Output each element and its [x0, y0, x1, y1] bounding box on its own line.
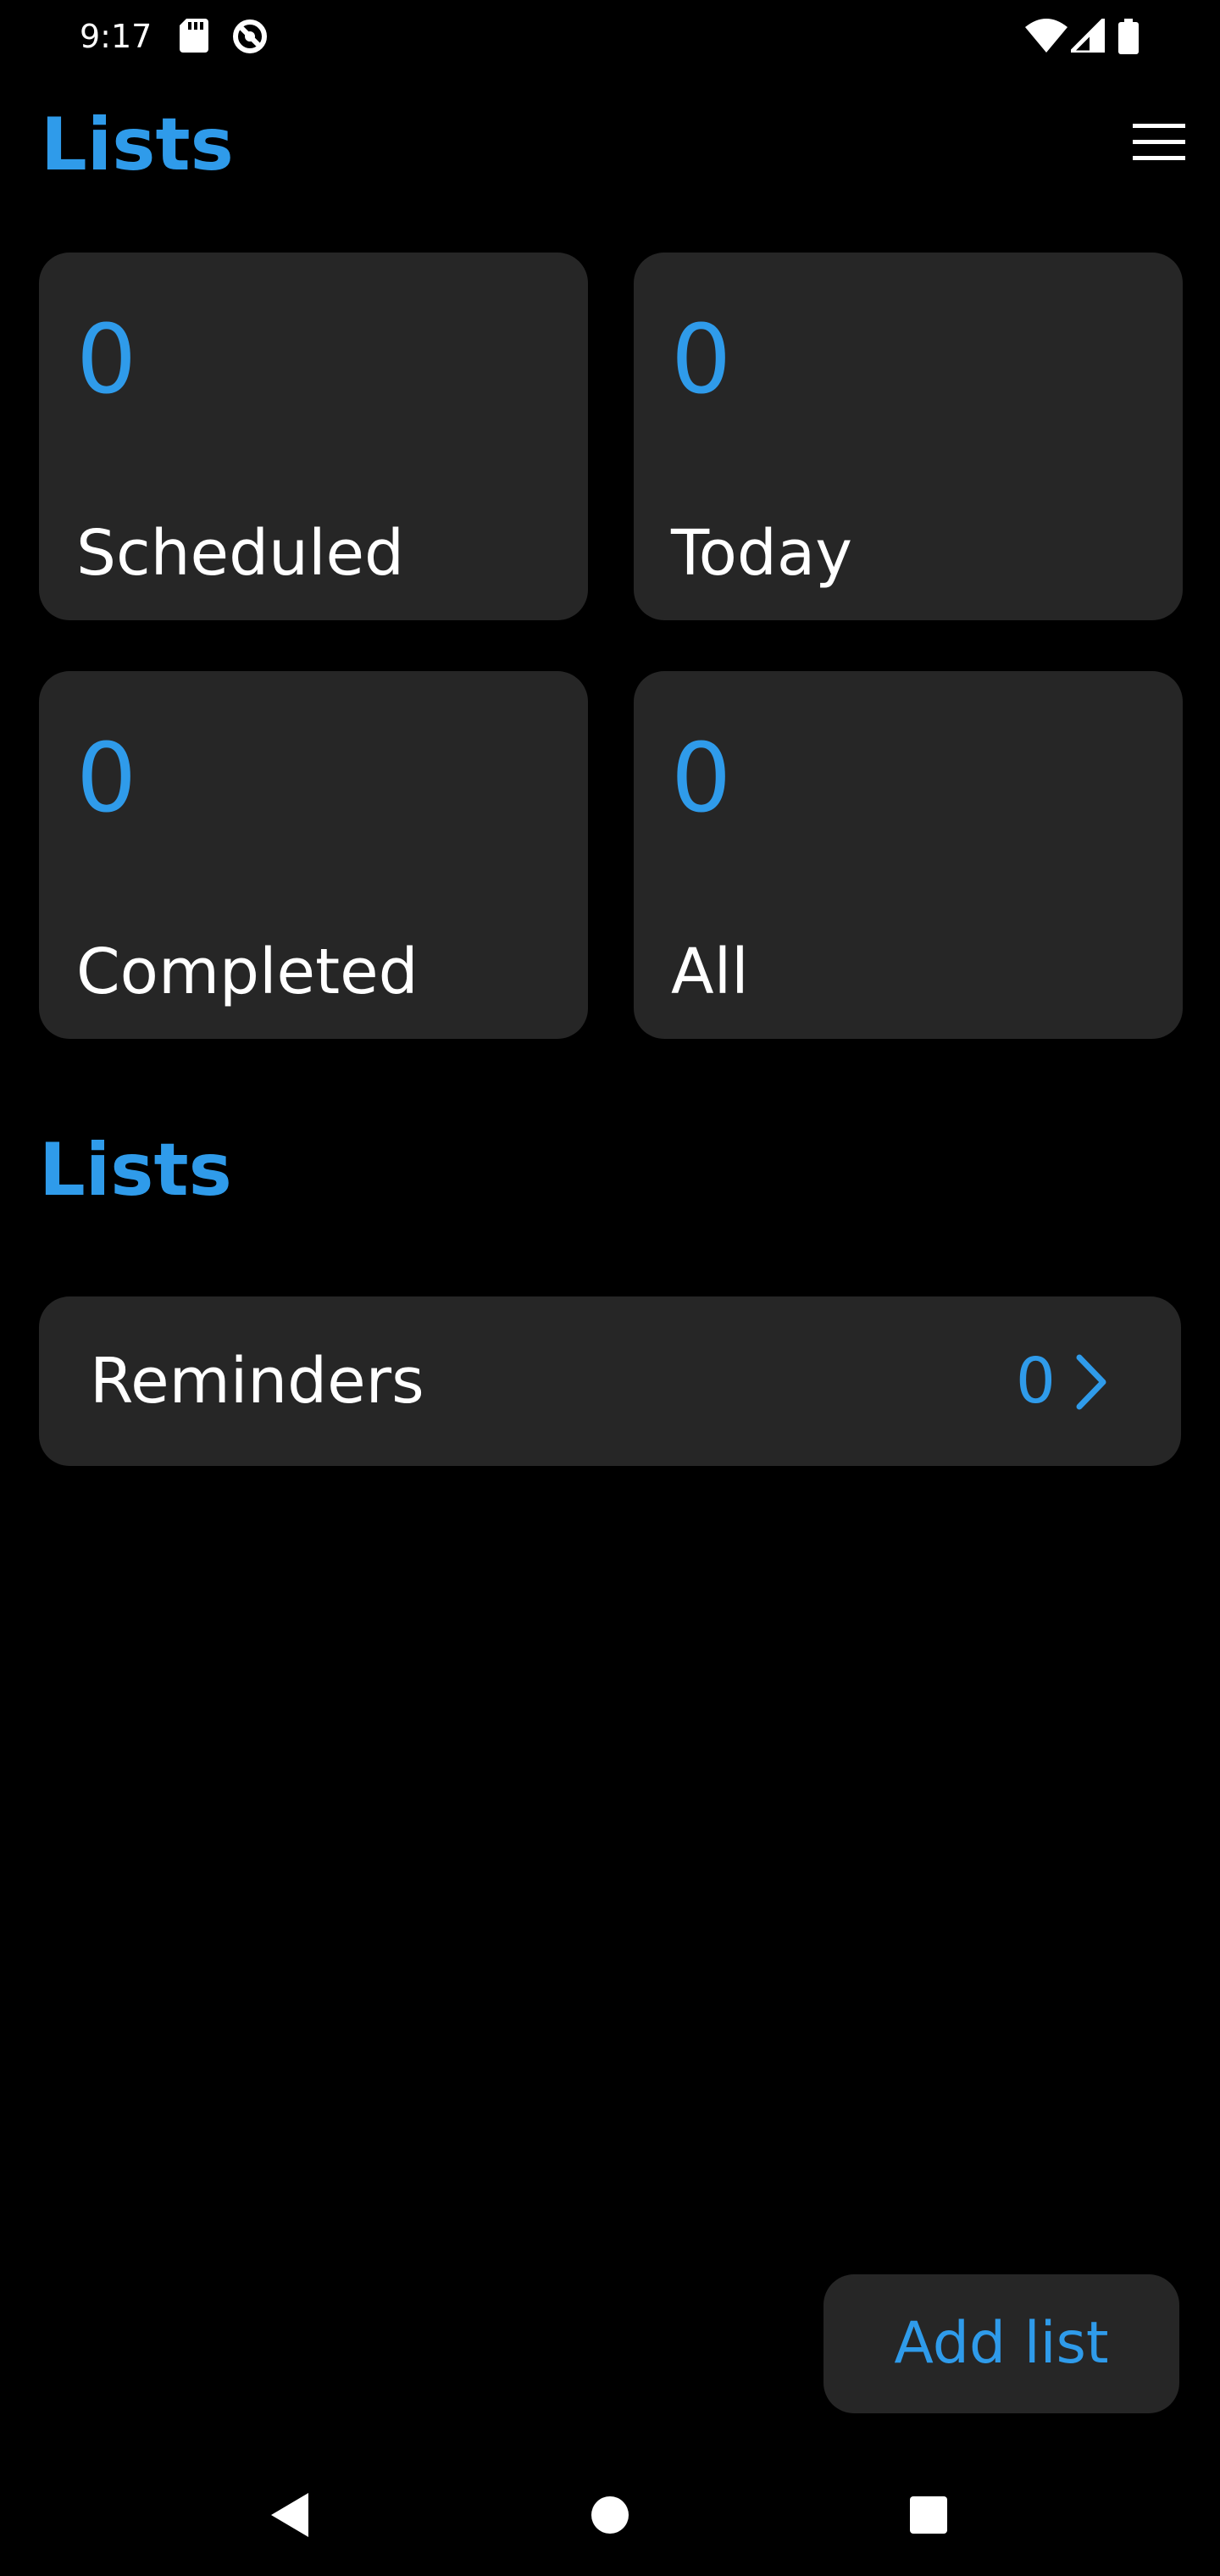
- hamburger-menu-icon: [1133, 124, 1185, 164]
- completed-card[interactable]: 0 Completed: [39, 671, 588, 1039]
- recents-button[interactable]: [895, 2483, 962, 2551]
- home-button[interactable]: [576, 2483, 644, 2551]
- menu-button[interactable]: [1118, 112, 1200, 176]
- back-button[interactable]: [256, 2483, 324, 2551]
- signal-icon: [1065, 13, 1107, 56]
- card-count: 0: [671, 724, 732, 834]
- card-label: All: [671, 935, 749, 1008]
- add-list-button[interactable]: Add list: [824, 2274, 1179, 2413]
- navigation-bar: [0, 2457, 1220, 2576]
- status-time: 9:17: [80, 18, 152, 55]
- battery-icon: [1118, 19, 1139, 58]
- recents-icon: [910, 2496, 947, 2537]
- list-item-count: 0: [1015, 1345, 1056, 1418]
- home-icon: [591, 2496, 629, 2538]
- card-count: 0: [76, 305, 137, 415]
- card-label: Scheduled: [76, 517, 405, 590]
- today-card[interactable]: 0 Today: [634, 253, 1183, 620]
- page-title: Lists: [41, 103, 234, 187]
- list-item-label: Reminders: [90, 1345, 424, 1418]
- wifi-icon: [1025, 19, 1068, 56]
- sd-card-icon: [180, 19, 208, 56]
- all-card[interactable]: 0 All: [634, 671, 1183, 1039]
- chevron-right-icon: [1074, 1352, 1108, 1412]
- card-label: Today: [671, 517, 853, 590]
- do-not-disturb-icon: [232, 19, 268, 58]
- back-icon: [269, 2493, 310, 2540]
- status-bar: 9:17: [0, 0, 1220, 73]
- card-label: Completed: [76, 935, 419, 1008]
- list-item-reminders[interactable]: Reminders 0: [39, 1296, 1181, 1466]
- section-title-lists: Lists: [39, 1128, 232, 1213]
- card-count: 0: [671, 305, 732, 415]
- card-count: 0: [76, 724, 137, 834]
- scheduled-card[interactable]: 0 Scheduled: [39, 253, 588, 620]
- add-list-label: Add list: [894, 2310, 1109, 2377]
